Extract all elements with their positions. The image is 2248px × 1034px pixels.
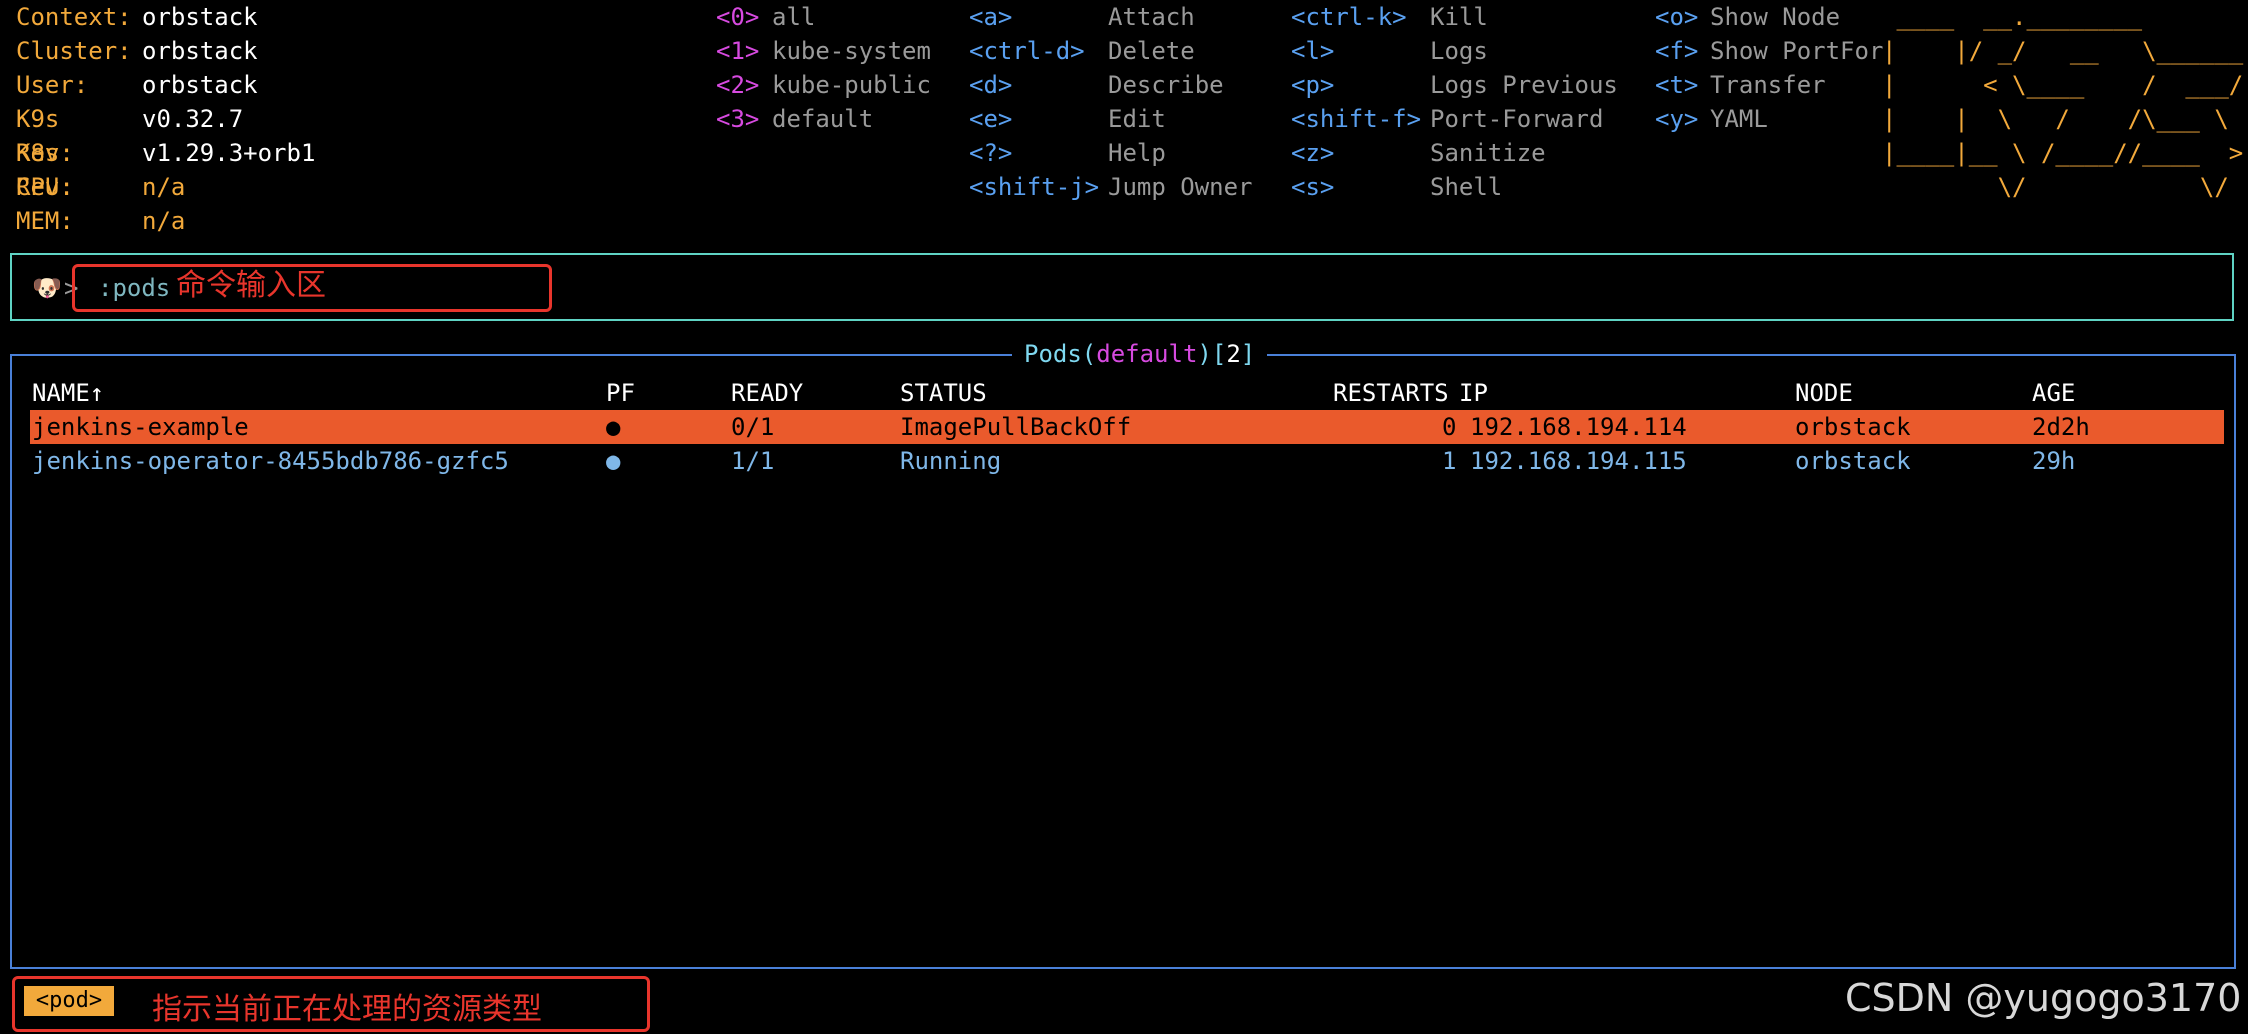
pod-age: 29h bbox=[2032, 447, 2076, 475]
shortcut-label[interactable]: Help bbox=[1108, 136, 1166, 170]
shortcut-label[interactable]: YAML bbox=[1710, 102, 1768, 136]
namespace-label: default bbox=[1096, 340, 1198, 368]
pod-status: ImagePullBackOff bbox=[900, 413, 1132, 441]
pod-ip: 192.168.194.114 bbox=[1470, 413, 1687, 441]
shortcut-key[interactable]: <e> bbox=[969, 102, 1012, 136]
shortcut-label[interactable]: Port-Forward bbox=[1430, 102, 1603, 136]
shortcut-label[interactable]: Attach bbox=[1108, 0, 1195, 34]
shortcut-key[interactable]: <l> bbox=[1291, 34, 1334, 68]
shortcut-label[interactable]: Delete bbox=[1108, 34, 1195, 68]
port-forward-icon: ● bbox=[606, 447, 621, 475]
port-forward-icon: ● bbox=[606, 413, 621, 441]
shortcut-label[interactable]: Edit bbox=[1108, 102, 1166, 136]
shortcut-label[interactable]: Transfer bbox=[1710, 68, 1826, 102]
pod-age: 2d2h bbox=[2032, 413, 2090, 441]
ns-label[interactable]: kube-public bbox=[772, 68, 931, 102]
watermark: CSDN @yugogo3170 bbox=[1845, 976, 2242, 1020]
pod-ready: 0/1 bbox=[731, 413, 775, 441]
ns-key[interactable]: <1> bbox=[716, 34, 759, 68]
shortcut-key[interactable]: <a> bbox=[969, 0, 1012, 34]
column-header-ready[interactable]: READY bbox=[731, 376, 803, 410]
shortcut-label[interactable]: Show Node bbox=[1710, 0, 1840, 34]
shortcut-label[interactable]: Jump Owner bbox=[1108, 170, 1253, 204]
shortcut-label[interactable]: Logs bbox=[1430, 34, 1488, 68]
shortcut-label[interactable]: Shell bbox=[1430, 170, 1502, 204]
pod-name: jenkins-example bbox=[32, 413, 249, 441]
shortcut-key[interactable]: <?> bbox=[969, 136, 1012, 170]
shortcut-key[interactable]: <z> bbox=[1291, 136, 1334, 170]
shortcut-label[interactable]: Kill bbox=[1430, 0, 1488, 34]
pod-ready: 1/1 bbox=[731, 447, 775, 475]
column-header-restarts[interactable]: RESTARTS bbox=[1333, 376, 1449, 410]
pod-status: Running bbox=[900, 447, 1002, 475]
shortcut-key[interactable]: <ctrl-d> bbox=[969, 34, 1085, 68]
shortcut-key[interactable]: <p> bbox=[1291, 68, 1334, 102]
pod-name: jenkins-operator-8455bdb786-gzfc5 bbox=[32, 447, 509, 475]
shortcut-key[interactable]: <shift-j> bbox=[969, 170, 1099, 204]
shortcut-key[interactable]: <shift-f> bbox=[1291, 102, 1421, 136]
column-header-node[interactable]: NODE bbox=[1795, 376, 1853, 410]
column-header-age[interactable]: AGE bbox=[2032, 376, 2075, 410]
pod-ip: 192.168.194.115 bbox=[1470, 447, 1687, 475]
pod-node: orbstack bbox=[1795, 447, 1911, 475]
pod-node: orbstack bbox=[1795, 413, 1911, 441]
pod-restarts: 0 bbox=[1442, 413, 1457, 441]
ns-key[interactable]: <0> bbox=[716, 0, 759, 34]
shortcut-label[interactable]: Logs Previous bbox=[1430, 68, 1618, 102]
ns-label[interactable]: default bbox=[772, 102, 873, 136]
shortcut-key[interactable]: <t> bbox=[1655, 68, 1698, 102]
shortcut-key[interactable]: <y> bbox=[1655, 102, 1698, 136]
pod-count: 2 bbox=[1226, 340, 1241, 368]
dog-icon: 🐶 bbox=[32, 274, 62, 302]
shortcut-key[interactable]: <ctrl-k> bbox=[1291, 0, 1407, 34]
table-row[interactable]: jenkins-operator-8455bdb786-gzfc5 ● 1/1 … bbox=[30, 444, 2224, 478]
column-header-name[interactable]: NAME↑ bbox=[32, 376, 104, 410]
ns-key[interactable]: <2> bbox=[716, 68, 759, 102]
shortcut-key[interactable]: <d> bbox=[969, 68, 1012, 102]
shortcut-key[interactable]: <f> bbox=[1655, 34, 1698, 68]
shortcut-label[interactable]: Describe bbox=[1108, 68, 1224, 102]
resource-annotation-label: 指示当前正在处理的资源类型 bbox=[152, 992, 542, 1027]
column-header-ip[interactable]: IP bbox=[1459, 376, 1488, 410]
pod-restarts: 1 bbox=[1442, 447, 1457, 475]
table-row[interactable]: jenkins-example ● 0/1 ImagePullBackOff 0… bbox=[30, 410, 2224, 444]
pods-panel-title: Pods(default)[2] bbox=[1012, 337, 1268, 371]
shortcut-label[interactable]: Sanitize bbox=[1430, 136, 1546, 170]
column-header-status[interactable]: STATUS bbox=[900, 376, 987, 410]
shortcut-key[interactable]: <s> bbox=[1291, 170, 1334, 204]
ns-label[interactable]: all bbox=[772, 0, 815, 34]
pods-panel: Pods(default)[2] NAME↑ PF READY STATUS R… bbox=[10, 337, 2236, 969]
ns-label[interactable]: kube-system bbox=[772, 34, 931, 68]
ns-key[interactable]: <3> bbox=[716, 102, 759, 136]
column-header-pf[interactable]: PF bbox=[606, 376, 635, 410]
k9s-logo: ____ __.________ | |/ _/ __ \______ | < … bbox=[1882, 3, 2244, 201]
command-annotation-label: 命令输入区 bbox=[176, 268, 326, 303]
shortcut-key[interactable]: <o> bbox=[1655, 0, 1698, 34]
shortcut-label[interactable]: Show PortFor bbox=[1710, 34, 1883, 68]
